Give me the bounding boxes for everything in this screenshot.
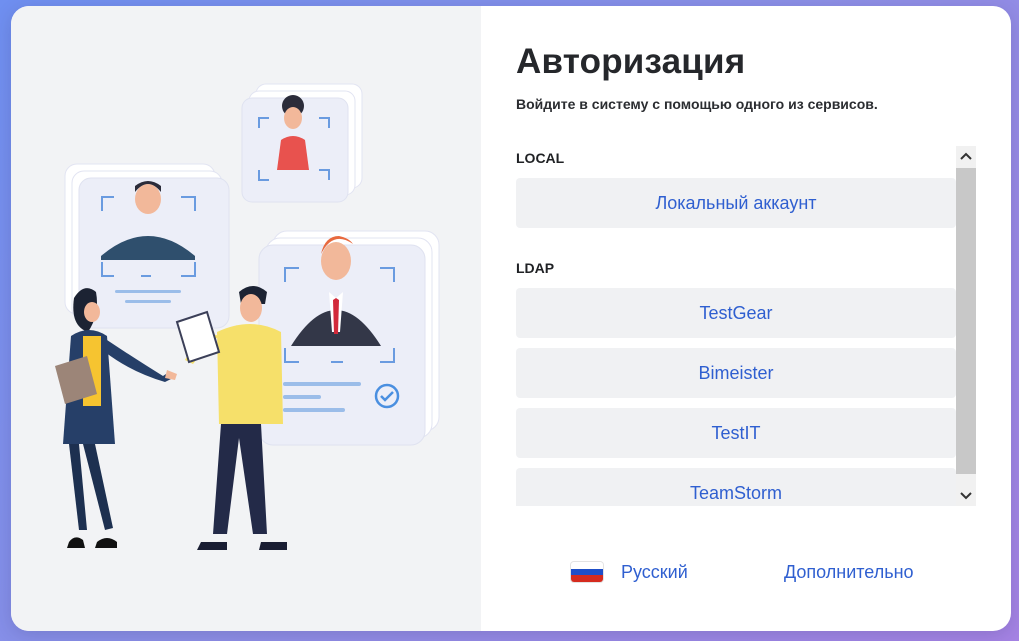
scrollbar-thumb[interactable] [956, 168, 976, 474]
chevron-up-icon[interactable] [956, 146, 976, 166]
scrollbar[interactable] [956, 146, 976, 506]
ldap-testit-button[interactable]: TestIT [516, 408, 956, 458]
group-label-local: LOCAL [516, 150, 565, 166]
more-options-link[interactable]: Дополнительно [784, 558, 914, 586]
local-account-button[interactable]: Локальный аккаунт [516, 178, 956, 228]
language-selector[interactable]: Русский [571, 558, 688, 586]
ldap-bimeister-button[interactable]: Bimeister [516, 348, 956, 398]
provider-list-scrollarea[interactable]: LOCAL Локальный аккаунт LDAP TestGear Bi… [516, 146, 976, 506]
profile-card-manager [258, 230, 440, 446]
auth-panel: Авторизация Войдите в систему с помощью … [481, 6, 1011, 631]
provider-list: LOCAL Локальный аккаунт LDAP TestGear Bi… [516, 146, 956, 506]
ldap-testgear-button[interactable]: TestGear [516, 288, 956, 338]
ldap-teamstorm-button[interactable]: TeamStorm [516, 468, 956, 506]
group-label-ldap: LDAP [516, 260, 555, 276]
language-label: Русский [621, 561, 688, 582]
profile-card-woman [241, 83, 363, 203]
page-title: Авторизация [516, 42, 746, 81]
page-subtitle: Войдите в систему с помощью одного из се… [516, 96, 878, 112]
group-gap [516, 238, 956, 256]
russia-flag-icon [571, 562, 603, 582]
login-card: Авторизация Войдите в систему с помощью … [11, 6, 1011, 631]
footer: Русский Дополнительно [571, 558, 951, 588]
team-identity-illustration [55, 83, 440, 550]
illustration-panel [11, 6, 481, 631]
chevron-down-icon[interactable] [956, 486, 976, 506]
